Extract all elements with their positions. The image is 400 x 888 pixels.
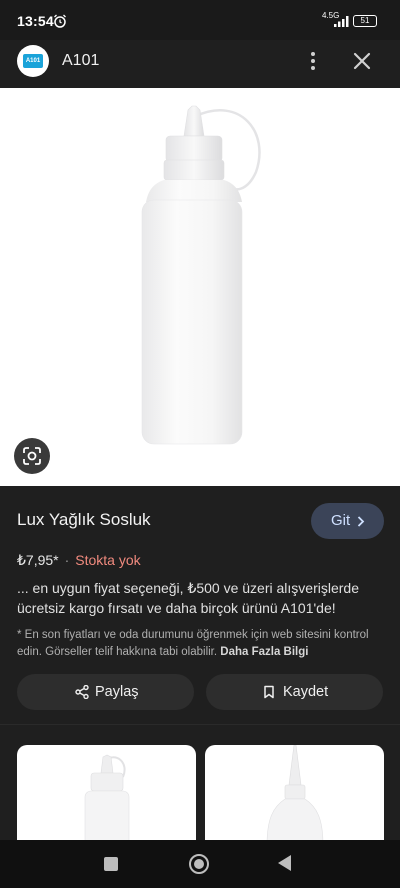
- product-image-area[interactable]: [0, 88, 400, 486]
- site-logo[interactable]: A101: [17, 45, 49, 77]
- chevron-right-icon: [357, 516, 365, 527]
- more-vertical-icon[interactable]: [303, 50, 323, 72]
- stock-status: Stokta yok: [75, 552, 141, 568]
- visit-site-label: Git: [331, 512, 351, 529]
- battery-indicator: 51: [353, 15, 377, 27]
- product-price: ₺7,95*: [17, 552, 59, 568]
- related-product-image: [84, 754, 130, 845]
- visit-site-button[interactable]: Git: [311, 503, 384, 539]
- bookmark-icon: [264, 685, 274, 699]
- save-button[interactable]: Kaydet: [206, 674, 383, 710]
- related-results: [0, 724, 400, 845]
- status-time: 13:54: [17, 13, 54, 29]
- back-icon[interactable]: [278, 855, 291, 871]
- product-title: Lux Yağlık Sosluk: [17, 510, 151, 529]
- product-info-panel: Lux Yağlık Sosluk Git ₺7,95* · Stokta yok …: [0, 486, 400, 714]
- separator-dot: ·: [64, 552, 70, 568]
- price-line: ₺7,95* · Stokta yok: [17, 552, 141, 569]
- more-info-link[interactable]: Daha Fazla Bilgi: [220, 646, 308, 658]
- share-button[interactable]: Paylaş: [17, 674, 194, 710]
- disclaimer-text: * En son fiyatları ve oda durumunu öğren…: [17, 629, 369, 658]
- system-navigation-bar: [0, 840, 400, 888]
- related-item-thumbnail[interactable]: [205, 745, 384, 845]
- disclaimer-note: * En son fiyatları ve oda durumunu öğren…: [17, 627, 383, 661]
- share-label: Paylaş: [95, 684, 139, 700]
- signal-icon: [334, 16, 349, 27]
- visual-search-button[interactable]: [14, 438, 50, 474]
- close-icon[interactable]: [351, 50, 373, 72]
- share-icon: [75, 685, 89, 699]
- related-item-thumbnail[interactable]: [17, 745, 196, 845]
- app-header: A101 A101: [0, 40, 400, 88]
- recent-apps-icon[interactable]: [104, 857, 118, 871]
- product-description: ... en uygun fiyat seçeneği, ₺500 ve üze…: [17, 580, 359, 616]
- site-logo-mark: A101: [23, 54, 43, 68]
- related-product-image: [266, 745, 324, 845]
- save-label: Kaydet: [283, 684, 329, 700]
- alarm-clock-icon: [54, 14, 66, 28]
- google-lens-icon: [23, 447, 41, 465]
- home-icon[interactable]: [189, 854, 209, 874]
- product-image: [141, 105, 261, 445]
- site-title: A101: [62, 52, 100, 69]
- status-bar: 13:54 4.5G 51: [0, 0, 400, 40]
